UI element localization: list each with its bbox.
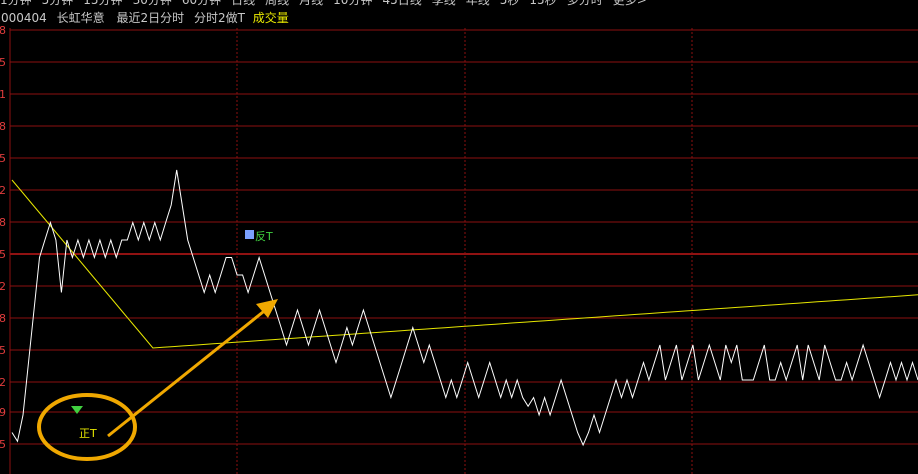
- price-tick-label: 8: [0, 24, 6, 37]
- price-tick-label: 5: [0, 344, 6, 357]
- price-axis-labels: 8 5 1 8 5 2 8 5 2 8 5 2 9 5: [0, 24, 6, 451]
- price-tick-label: 8: [0, 120, 6, 133]
- price-tick-label: 2: [0, 184, 6, 197]
- sell-t-marker[interactable]: 反T: [245, 230, 273, 243]
- price-tick-label: 5: [0, 56, 6, 69]
- sell-marker-icon: [245, 230, 254, 239]
- intraday-chart: 8 5 1 8 5 2 8 5 2 8 5 2 9 5 反T 正T: [0, 24, 918, 474]
- price-tick-label: 5: [0, 248, 6, 261]
- price-tick-label: 5: [0, 438, 6, 451]
- annotation-arrow-line: [107, 306, 269, 438]
- buy-marker-icon: [71, 406, 83, 414]
- price-tick-label: 9: [0, 406, 6, 419]
- price-tick-label: 8: [0, 216, 6, 229]
- price-tick-label: 1: [0, 88, 6, 101]
- price-tick-label: 2: [0, 280, 6, 293]
- price-tick-label: 8: [0, 312, 6, 325]
- buy-marker-label: 正T: [79, 427, 97, 440]
- sell-marker-label: 反T: [255, 230, 273, 243]
- price-tick-label: 2: [0, 376, 6, 389]
- buy-t-marker[interactable]: 正T: [71, 406, 97, 440]
- price-tick-label: 5: [0, 152, 6, 165]
